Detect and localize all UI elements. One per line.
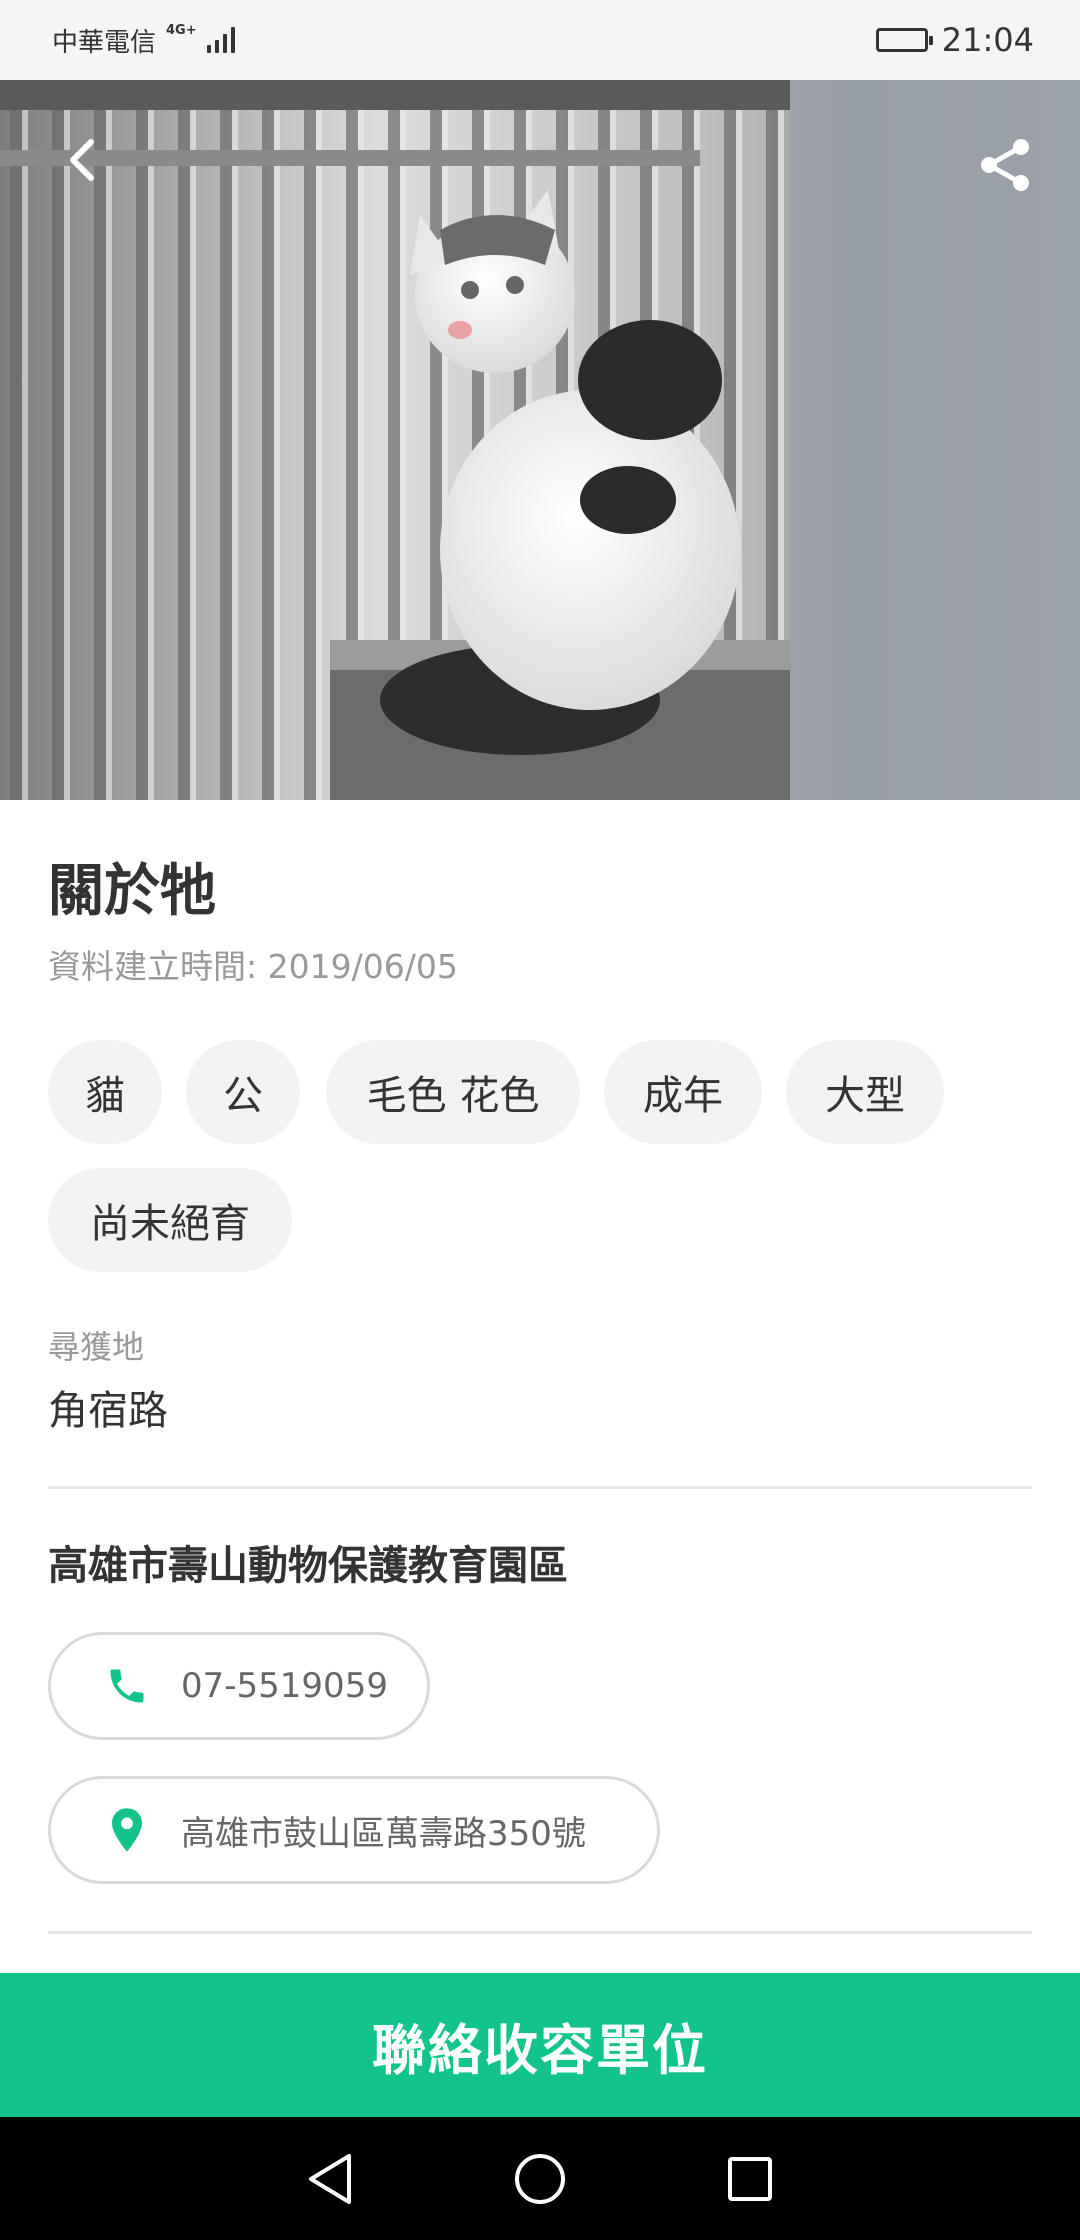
contact-shelter-button[interactable]: 聯絡收容單位 — [0, 1973, 1080, 2117]
status-left: 中華電信 4G+ — [52, 22, 235, 59]
share-button[interactable] — [970, 130, 1040, 200]
chevron-left-icon — [70, 139, 94, 181]
found-location-label: 尋獲地 — [48, 1328, 145, 1366]
tag-chip: 尚未絕育 — [48, 1168, 292, 1272]
nav-recents-icon — [728, 2156, 772, 2201]
nav-back-button[interactable] — [300, 2149, 360, 2209]
system-nav-bar — [0, 2117, 1080, 2240]
tag-chip: 大型 — [786, 1040, 944, 1144]
pet-photo — [0, 80, 1080, 800]
tag-chip: 毛色 花色 — [326, 1040, 580, 1144]
share-icon — [981, 139, 1029, 191]
phone-number: 07-5519059 — [181, 1666, 388, 1706]
nav-recents-button[interactable] — [720, 2149, 780, 2209]
cat-photo — [0, 80, 1080, 800]
nav-back-icon — [309, 2153, 351, 2204]
phone-icon — [103, 1662, 151, 1710]
created-date: 資料建立時間: 2019/06/05 — [48, 947, 458, 986]
divider — [48, 1486, 1032, 1489]
tag-chip: 成年 — [604, 1040, 762, 1144]
status-bar: 中華電信 4G+ 21:04 — [0, 0, 1080, 80]
shelter-name: 高雄市壽山動物保護教育園區 — [48, 1543, 568, 1589]
battery-icon — [875, 28, 933, 52]
clock: 21:04 — [941, 21, 1034, 59]
network-type: 4G+ — [166, 22, 197, 38]
nav-home-icon — [515, 2153, 565, 2204]
back-button[interactable] — [52, 130, 112, 190]
map-pin-icon — [103, 1806, 151, 1854]
address-button[interactable]: 高雄市鼓山區萬壽路350號 — [48, 1776, 660, 1884]
signal-icon — [206, 27, 235, 53]
status-right: 21:04 — [875, 21, 1034, 59]
address-text: 高雄市鼓山區萬壽路350號 — [181, 1813, 586, 1854]
nav-home-button[interactable] — [510, 2149, 570, 2209]
section-title: 關於牠 — [48, 859, 216, 924]
tag-chip: 貓 — [48, 1040, 162, 1144]
tag-chip: 公 — [186, 1040, 300, 1144]
divider — [48, 1931, 1032, 1934]
carrier-name: 中華電信 — [52, 27, 157, 58]
found-location-value: 角宿路 — [48, 1388, 168, 1434]
phone-button[interactable]: 07-5519059 — [48, 1632, 430, 1740]
